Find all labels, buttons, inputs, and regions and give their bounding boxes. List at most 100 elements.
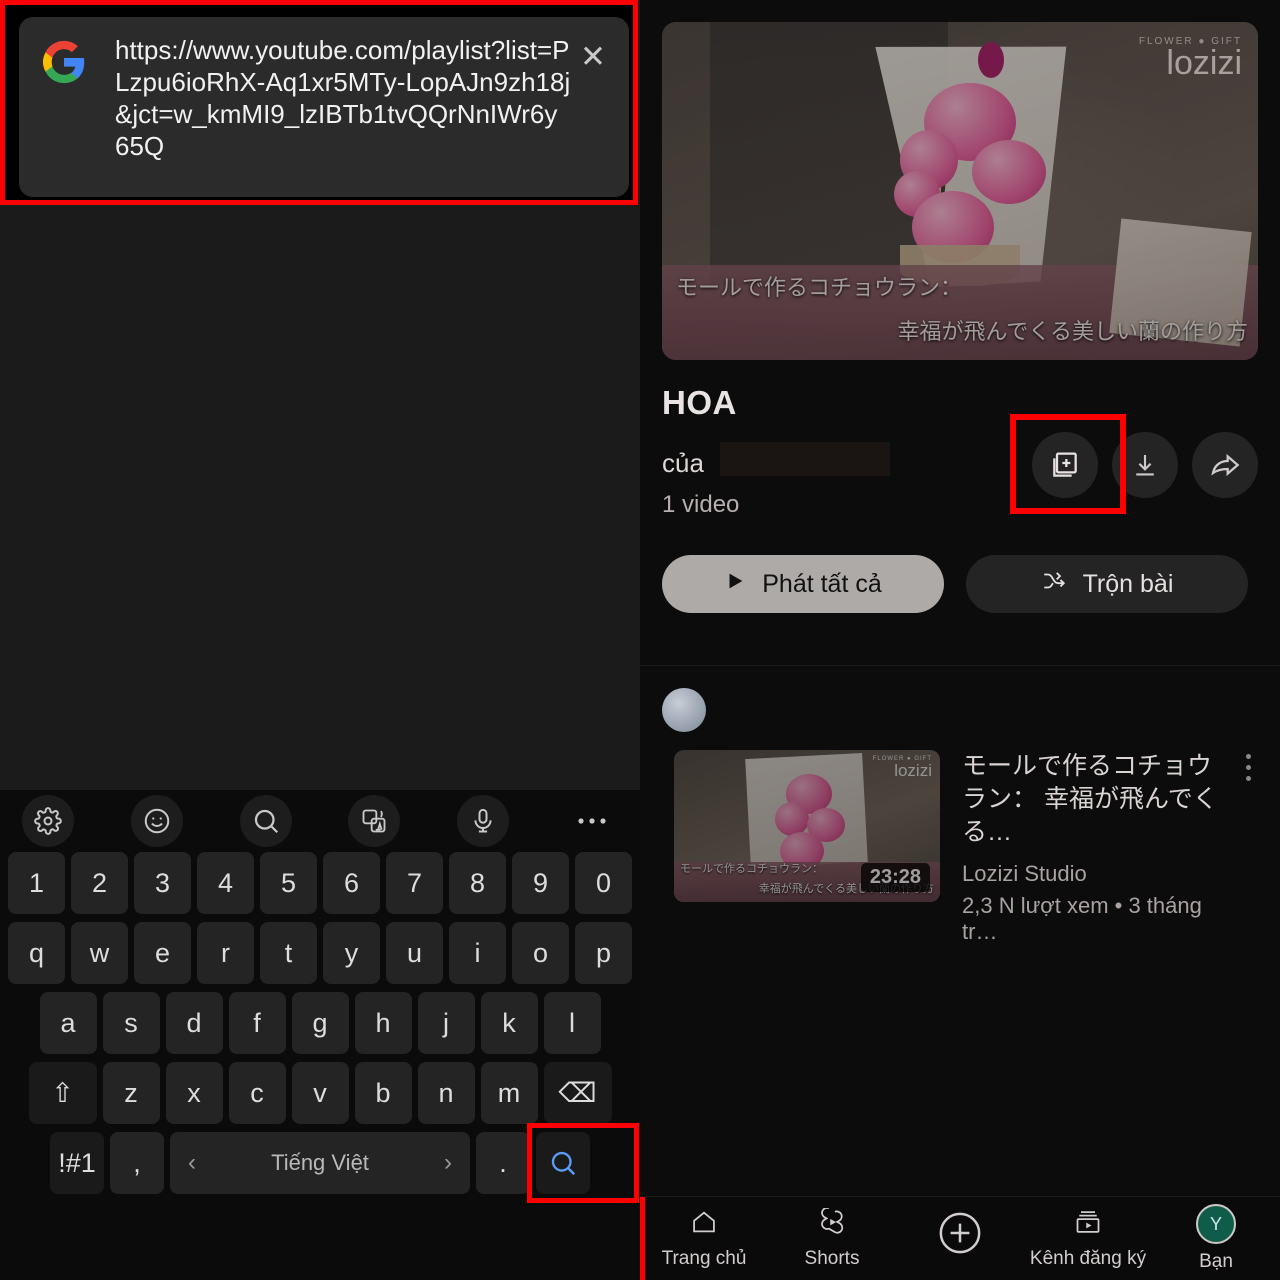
- playlist-play-buttons: Phát tất cả Trộn bài: [640, 519, 1280, 613]
- enter-search-key-wrap: [527, 1123, 639, 1203]
- save-to-library-wrap: [1010, 414, 1126, 514]
- video-thumbnail[interactable]: FLOWER ● GIFT lozizi モールで作るコチョウラン： 幸福が飛ん…: [674, 750, 940, 902]
- notification-url-text: https://www.youtube.com/playlist?list=PL…: [115, 35, 571, 161]
- key-6[interactable]: 6: [323, 852, 380, 914]
- thumbnail-watermark: FLOWER ● GIFT lozizi: [873, 756, 932, 779]
- nav-item-you[interactable]: Y Bạn: [1152, 1204, 1280, 1273]
- close-icon[interactable]: ✕: [571, 33, 615, 75]
- thumb-subtitle-line1: モールで作るコチョウラン：: [680, 863, 823, 875]
- more-horizontal-icon[interactable]: [566, 795, 618, 847]
- video-duration-badge: 23:28: [860, 863, 930, 892]
- more-vertical-icon[interactable]: [1234, 754, 1262, 781]
- emoji-icon[interactable]: [130, 795, 183, 847]
- key-g[interactable]: g: [291, 992, 349, 1054]
- enter-search-key[interactable]: [536, 1132, 590, 1194]
- key-j[interactable]: j: [417, 992, 475, 1054]
- key-7[interactable]: 7: [386, 852, 443, 914]
- key-f[interactable]: f: [228, 992, 286, 1054]
- key-1[interactable]: 1: [8, 852, 65, 914]
- key-x[interactable]: x: [165, 1062, 223, 1124]
- nav-item-subscriptions[interactable]: Kênh đăng ký: [1024, 1208, 1152, 1270]
- key-e[interactable]: e: [134, 922, 191, 984]
- gear-icon[interactable]: [22, 795, 74, 847]
- download-button[interactable]: [1112, 432, 1178, 498]
- keyboard-row-numbers: 1 2 3 4 5 6 7 8 9 0: [4, 852, 636, 914]
- nav-item-home[interactable]: Trang chủ: [640, 1208, 768, 1270]
- hero-subtitle-line1: モールで作るコチョウラン：: [676, 275, 963, 300]
- key-u[interactable]: u: [386, 922, 443, 984]
- key-p[interactable]: p: [575, 922, 632, 984]
- playlist-hero-wrap: FLOWER ● GIFT lozizi モールで作るコチョウラン： 幸福が飛ん…: [640, 0, 1280, 368]
- hero-subtitle-line2: 幸福が飛んでくる美しい蘭の作り方: [897, 319, 1248, 344]
- key-9[interactable]: 9: [512, 852, 569, 914]
- microphone-icon[interactable]: [457, 795, 510, 847]
- save-to-library-button[interactable]: [1032, 432, 1098, 498]
- home-icon: [690, 1208, 718, 1241]
- key-5[interactable]: 5: [260, 852, 317, 914]
- key-4[interactable]: 4: [197, 852, 254, 914]
- keyboard-toolbar: [0, 790, 640, 852]
- key-a[interactable]: a: [39, 992, 97, 1054]
- key-b[interactable]: b: [354, 1062, 412, 1124]
- key-y[interactable]: y: [323, 922, 380, 984]
- lozizi-tagline: FLOWER ● GIFT: [1138, 36, 1242, 47]
- keyboard-row-function: !#1 , ‹ Tiếng Việt › .: [4, 1123, 639, 1203]
- key-d[interactable]: d: [165, 992, 223, 1054]
- shift-key[interactable]: ⇧: [28, 1062, 97, 1124]
- thumb-logo-tagline: FLOWER ● GIFT: [872, 756, 932, 762]
- nav-left-red-marker: [640, 1197, 645, 1280]
- period-key[interactable]: .: [476, 1132, 530, 1194]
- key-k[interactable]: k: [480, 992, 538, 1054]
- nav-label-home: Trang chủ: [661, 1247, 747, 1269]
- left-panel-browser-keyboard: https://www.youtube.com/playlist?list=PL…: [0, 0, 640, 1280]
- virtual-keyboard[interactable]: 1 2 3 4 5 6 7 8 9 0 q w e r t y u i o p …: [0, 790, 640, 1280]
- key-w[interactable]: w: [71, 922, 128, 984]
- next-language-icon[interactable]: ›: [444, 1149, 452, 1177]
- nav-label-subscriptions: Kênh đăng ký: [1029, 1247, 1147, 1269]
- share-button[interactable]: [1192, 432, 1258, 498]
- list-item[interactable]: FLOWER ● GIFT lozizi モールで作るコチョウラン： 幸福が飛ん…: [640, 732, 1280, 945]
- nav-item-shorts[interactable]: Shorts: [768, 1206, 896, 1270]
- key-s[interactable]: s: [102, 992, 160, 1054]
- key-2[interactable]: 2: [71, 852, 128, 914]
- thumb-subtitle-line2: 幸福が飛んでくる美しい蘭の作り方: [758, 883, 934, 895]
- symbols-key[interactable]: !#1: [50, 1132, 104, 1194]
- shuffle-button[interactable]: Trộn bài: [966, 555, 1248, 613]
- key-m[interactable]: m: [480, 1062, 538, 1124]
- key-o[interactable]: o: [512, 922, 569, 984]
- notification-highlight-box: https://www.youtube.com/playlist?list=PL…: [0, 0, 638, 205]
- spacebar-key[interactable]: ‹ Tiếng Việt ›: [170, 1132, 470, 1194]
- keyboard-language-label: Tiếng Việt: [271, 1150, 369, 1175]
- key-n[interactable]: n: [417, 1062, 475, 1124]
- key-h[interactable]: h: [354, 992, 412, 1054]
- avatar: [662, 688, 706, 732]
- lozizi-watermark: FLOWER ● GIFT lozizi: [1138, 36, 1242, 80]
- nav-label-shorts: Shorts: [804, 1247, 860, 1269]
- playlist-owner-label: của: [662, 442, 890, 479]
- key-c[interactable]: c: [228, 1062, 286, 1124]
- video-channel[interactable]: Lozizi Studio: [962, 861, 1232, 887]
- play-all-button[interactable]: Phát tất cả: [662, 555, 944, 613]
- google-notification-card[interactable]: https://www.youtube.com/playlist?list=PL…: [19, 17, 629, 197]
- backspace-key[interactable]: ⌫: [543, 1062, 612, 1124]
- key-8[interactable]: 8: [449, 852, 506, 914]
- shuffle-label: Trộn bài: [1082, 569, 1174, 598]
- nav-item-create[interactable]: [896, 1208, 1024, 1270]
- thumb-logo-name: lozizi: [894, 761, 932, 780]
- key-0[interactable]: 0: [575, 852, 632, 914]
- key-v[interactable]: v: [291, 1062, 349, 1124]
- key-i[interactable]: i: [449, 922, 506, 984]
- prev-language-icon[interactable]: ‹: [188, 1149, 196, 1177]
- key-r[interactable]: r: [197, 922, 254, 984]
- translate-icon[interactable]: [348, 795, 401, 847]
- playlist-title: HOA: [662, 384, 737, 421]
- comma-key[interactable]: ,: [110, 1132, 164, 1194]
- playlist-action-buttons: [1010, 414, 1258, 514]
- video-title[interactable]: モールで作るコチョウラン： 幸福が飛んでくる…: [962, 750, 1232, 849]
- key-z[interactable]: z: [102, 1062, 160, 1124]
- key-q[interactable]: q: [8, 922, 65, 984]
- search-icon[interactable]: [239, 795, 292, 847]
- key-t[interactable]: t: [260, 922, 317, 984]
- key-l[interactable]: l: [543, 992, 601, 1054]
- key-3[interactable]: 3: [134, 852, 191, 914]
